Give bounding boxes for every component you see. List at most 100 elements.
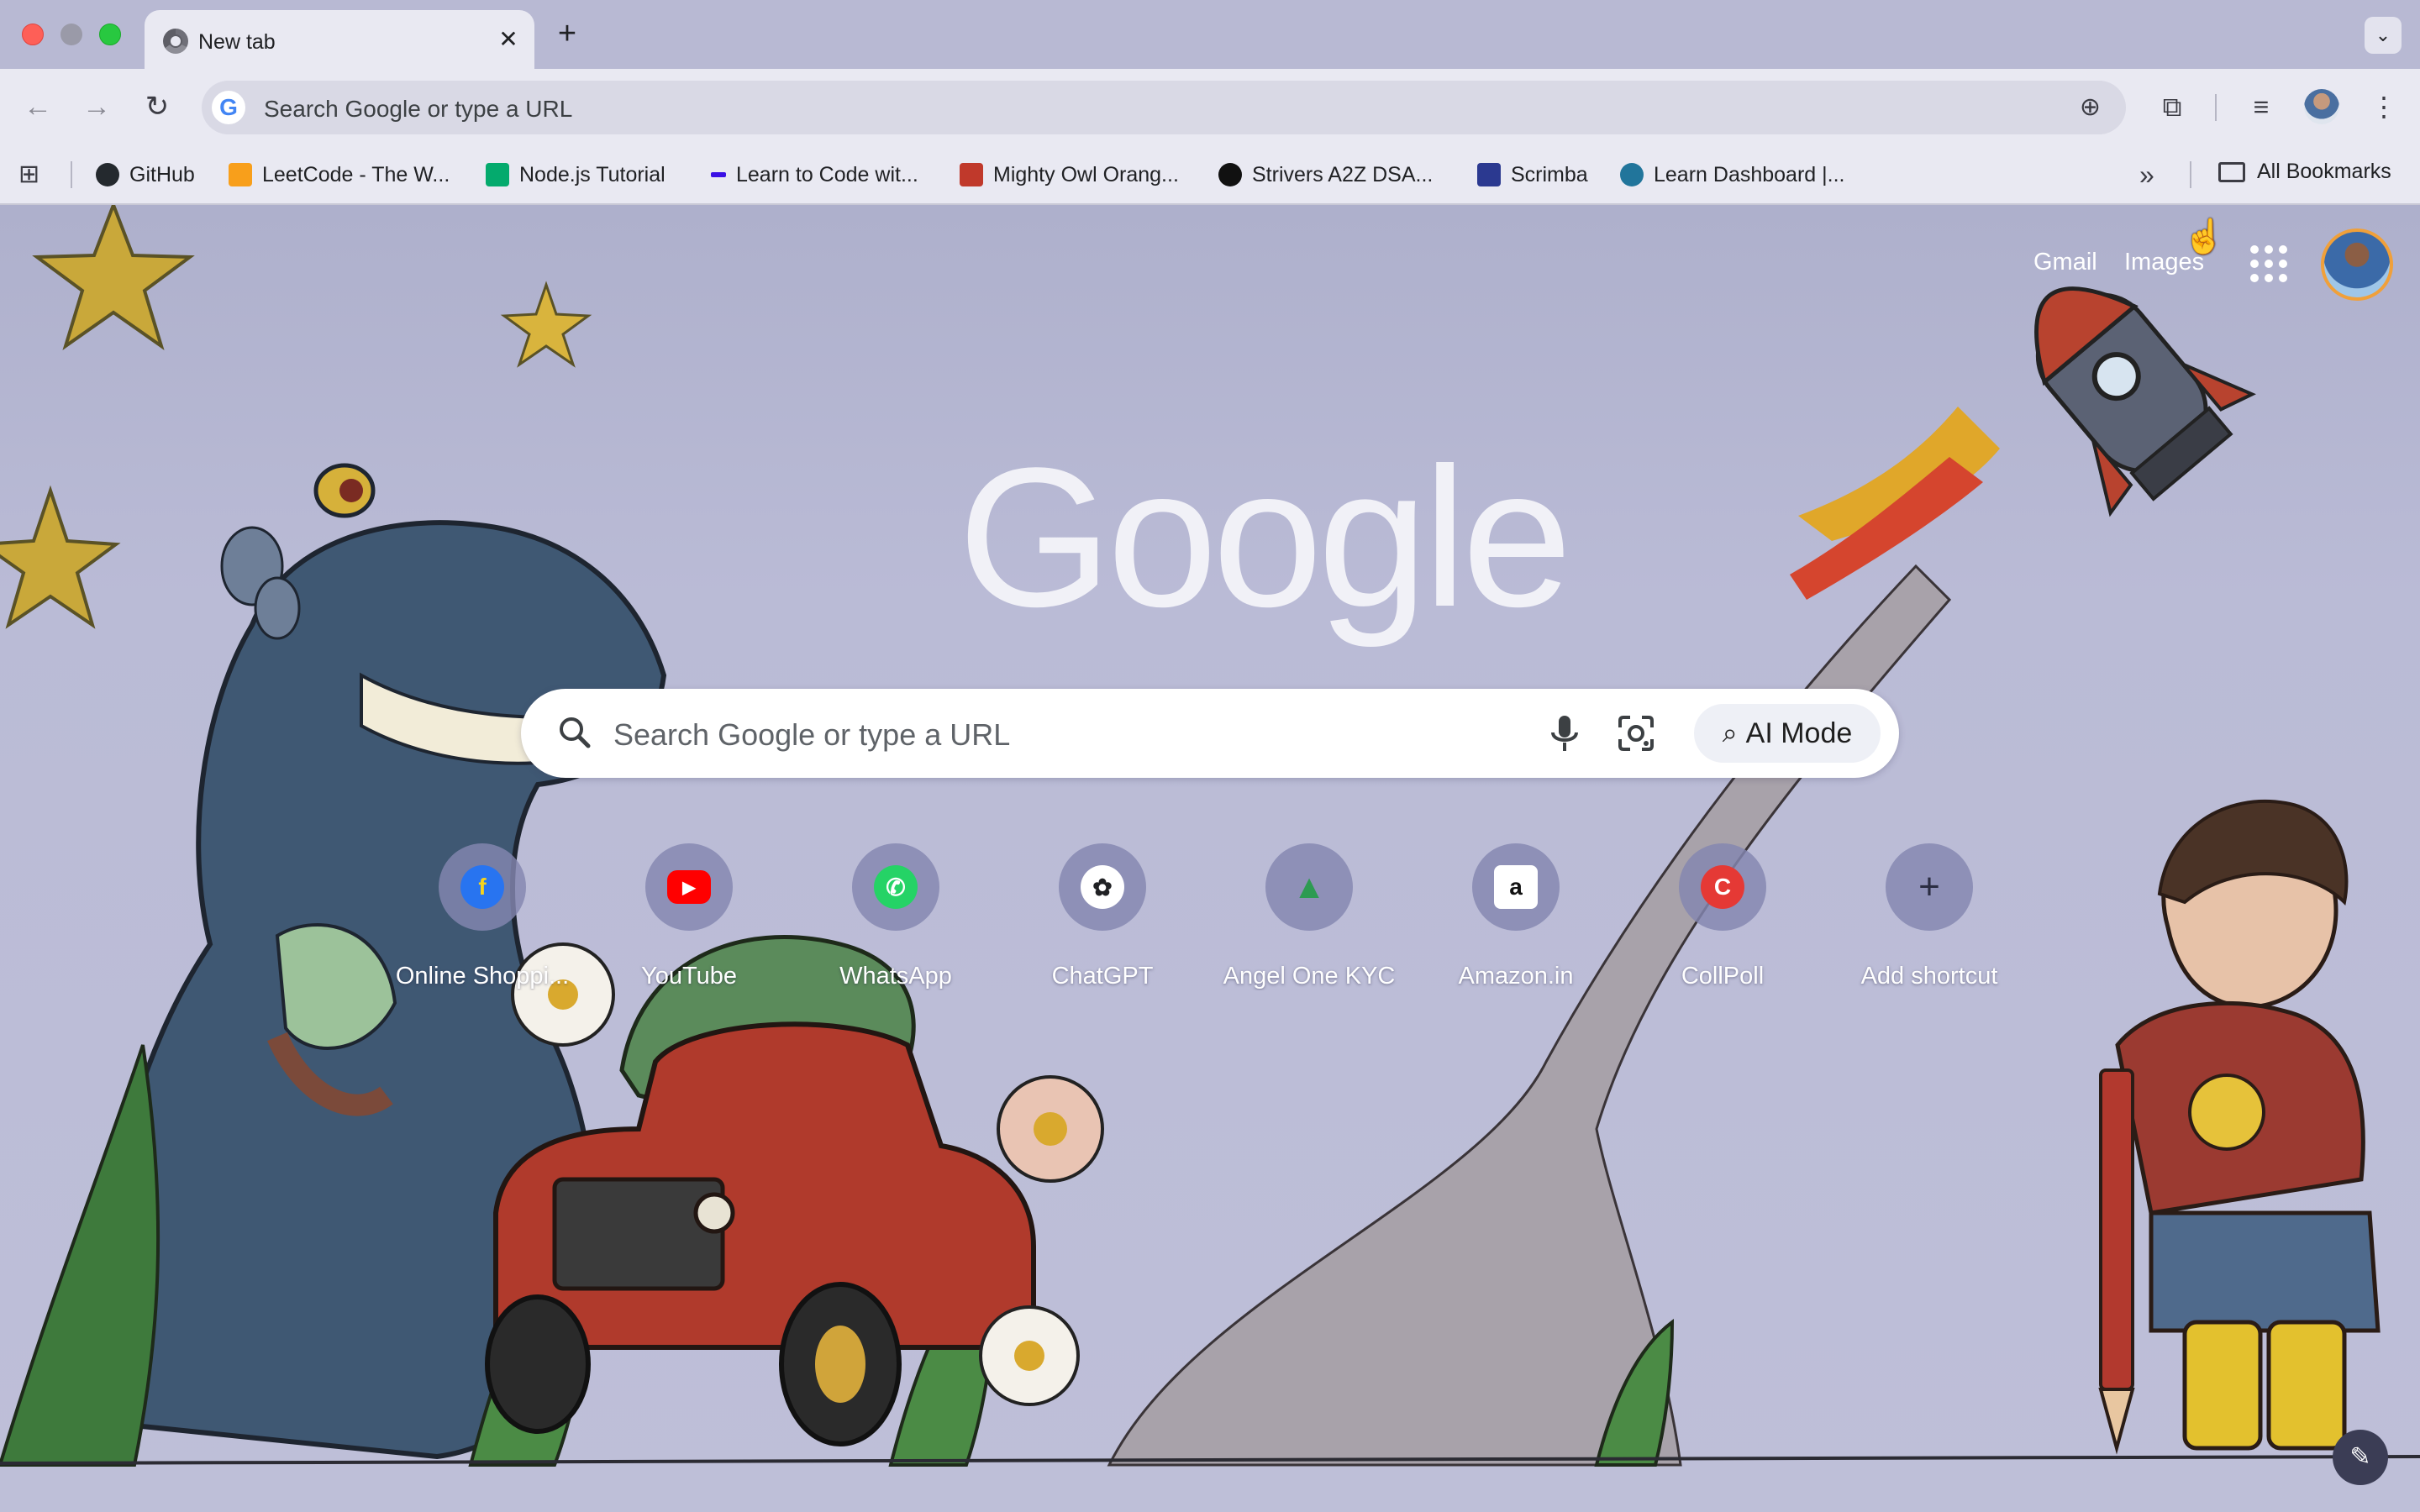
shortcut-label: Add shortcut — [1860, 963, 1998, 990]
google-logo: Google — [958, 427, 1572, 648]
bookmark-github[interactable]: GitHub — [96, 160, 195, 190]
shortcut-tile: C — [1679, 843, 1766, 931]
shortcut-label: WhatsApp — [839, 963, 952, 990]
all-bookmarks-label: All Bookmarks — [2257, 160, 2391, 183]
shortcut-whatsapp[interactable]: ✆ WhatsApp — [795, 843, 997, 1003]
new-tab-button[interactable]: + — [550, 17, 585, 52]
google-lens-icon[interactable] — [1615, 712, 1657, 754]
search-placeholder: Search Google or type a URL — [613, 717, 1011, 752]
shortcut-label: CollPoll — [1681, 963, 1765, 990]
wordpress-icon — [1620, 163, 1644, 186]
whatsapp-icon: ✆ — [874, 865, 918, 909]
plant-leaves — [0, 1044, 160, 1467]
minimize-window-button[interactable] — [60, 24, 82, 45]
google-apps-icon[interactable] — [2249, 244, 2289, 284]
w3schools-icon — [486, 163, 509, 186]
reload-button[interactable]: ↻ — [138, 87, 176, 126]
shortcut-add[interactable]: + Add shortcut — [1828, 843, 2030, 1003]
address-bar[interactable]: G Search Google or type a URL ⊕ — [202, 81, 2126, 134]
shortcut-chatgpt[interactable]: ✿ ChatGPT — [1002, 843, 1203, 1003]
github-icon — [96, 163, 119, 186]
bookmark-mighty-owl[interactable]: Mighty Owl Orang... — [960, 160, 1179, 190]
shortcut-tile: a — [1472, 843, 1560, 931]
forward-button[interactable]: → — [77, 87, 116, 126]
shop-icon — [960, 163, 983, 186]
extensions-icon[interactable]: ⧉ — [2153, 87, 2191, 126]
angelone-icon: ▲ — [1292, 868, 1326, 906]
flipkart-icon: f — [460, 865, 504, 909]
tab-title: New tab — [198, 30, 276, 54]
bookmark-label: Mighty Owl Orang... — [993, 162, 1179, 186]
bookmark-label: Learn Dashboard |... — [1654, 162, 1845, 186]
star-decoration — [32, 205, 195, 350]
shortcut-tile: ▶ — [645, 843, 733, 931]
ai-mode-icon: ⌕ — [1722, 717, 1738, 748]
tuf-icon — [1218, 163, 1242, 186]
apps-grid-icon[interactable]: ⊞ — [18, 161, 45, 188]
bookmark-learn-dashboard[interactable]: Learn Dashboard |... — [1620, 160, 1844, 190]
bookmark-label: Scrimba — [1511, 162, 1588, 186]
gmail-link[interactable]: Gmail — [2033, 249, 2097, 276]
media-controls-icon[interactable]: ≡ — [2242, 87, 2281, 126]
tab-new-tab[interactable]: New tab ✕ — [145, 10, 534, 69]
bookmark-label: Node.js Tutorial — [519, 162, 666, 186]
bookmark-nodejs-tutorial[interactable]: Node.js Tutorial — [486, 160, 666, 190]
shortcut-label: Angel One KYC — [1223, 963, 1396, 990]
account-avatar[interactable] — [2321, 228, 2393, 301]
bookmark-label: Learn to Code wit... — [736, 162, 918, 186]
ntp-search-box[interactable]: Search Google or type a URL ⌕ AI Mode — [521, 689, 1899, 778]
chatgpt-icon: ✿ — [1081, 865, 1124, 909]
zoom-icon[interactable]: ⊕ — [2080, 92, 2101, 122]
shortcut-collpoll[interactable]: C CollPoll — [1622, 843, 1823, 1003]
shortcut-label: YouTube — [641, 963, 737, 990]
bookmarks-divider — [2190, 161, 2191, 188]
shortcut-amazon[interactable]: a Amazon.in — [1415, 843, 1617, 1003]
bookmarks-bar: ⊞ GitHub LeetCode - The W... Node.js Tut… — [0, 144, 2420, 205]
toolbar-divider — [2215, 94, 2217, 121]
shortcuts-row: f Online Shoppi... ▶ YouTube ✆ WhatsApp … — [381, 843, 2045, 1003]
browser-toolbar: ← → ↻ G Search Google or type a URL ⊕ ⧉ … — [0, 69, 2420, 144]
boy-with-pencil-illustration — [2098, 799, 2381, 1455]
bookmarks-overflow-button[interactable]: » — [2139, 160, 2154, 191]
codecademy-icon — [711, 172, 726, 177]
shortcut-tile: ▲ — [1265, 843, 1353, 931]
profile-avatar-button[interactable] — [2304, 89, 2339, 124]
bookmarks-divider — [71, 161, 72, 188]
back-button[interactable]: ← — [18, 87, 57, 126]
shortcut-angel-one-kyc[interactable]: ▲ Angel One KYC — [1208, 843, 1410, 1003]
all-bookmarks-button[interactable]: All Bookmarks — [2218, 160, 2391, 184]
microphone-icon[interactable] — [1544, 712, 1585, 754]
leetcode-icon — [229, 163, 252, 186]
bookmark-scrimba[interactable]: Scrimba — [1477, 160, 1588, 190]
tab-search-button[interactable]: ⌄ — [2365, 17, 2402, 54]
maximize-window-button[interactable] — [99, 24, 121, 45]
google-g-icon: G — [212, 91, 245, 124]
ai-mode-label: AI Mode — [1745, 717, 1853, 749]
shortcut-tile: ✆ — [852, 843, 939, 931]
shortcut-tile: ✿ — [1059, 843, 1146, 931]
shortcut-youtube[interactable]: ▶ YouTube — [588, 843, 790, 1003]
new-tab-page: Gmail Images Google Search Google or typ… — [0, 205, 2420, 1512]
folder-icon — [2218, 161, 2245, 182]
chrome-icon — [163, 29, 188, 54]
shortcut-online-shopping[interactable]: f Online Shoppi... — [381, 843, 583, 1003]
star-decoration — [500, 281, 592, 368]
bookmark-label: GitHub — [129, 162, 195, 186]
address-bar-placeholder: Search Google or type a URL — [264, 96, 573, 122]
bookmark-strivers-a2z[interactable]: Strivers A2Z DSA... — [1218, 160, 1433, 190]
customize-chrome-button[interactable]: ✎ — [2333, 1430, 2388, 1485]
scrimba-icon — [1477, 163, 1501, 186]
collpoll-icon: C — [1701, 865, 1744, 909]
bookmark-learn-to-code[interactable]: Learn to Code wit... — [711, 160, 918, 190]
youtube-icon: ▶ — [667, 870, 711, 904]
bookmark-label: LeetCode - The W... — [262, 162, 450, 186]
amazon-icon: a — [1494, 865, 1538, 909]
tab-strip: New tab ✕ + ⌄ — [0, 0, 2420, 69]
ai-mode-button[interactable]: ⌕ AI Mode — [1694, 704, 1881, 763]
tab-close-button[interactable]: ✕ — [494, 25, 523, 54]
close-window-button[interactable] — [22, 24, 44, 45]
shortcut-tile: + — [1886, 843, 1973, 931]
menu-icon[interactable]: ⋮ — [2365, 87, 2403, 126]
shortcut-tile: f — [439, 843, 526, 931]
bookmark-leetcode[interactable]: LeetCode - The W... — [229, 160, 450, 190]
